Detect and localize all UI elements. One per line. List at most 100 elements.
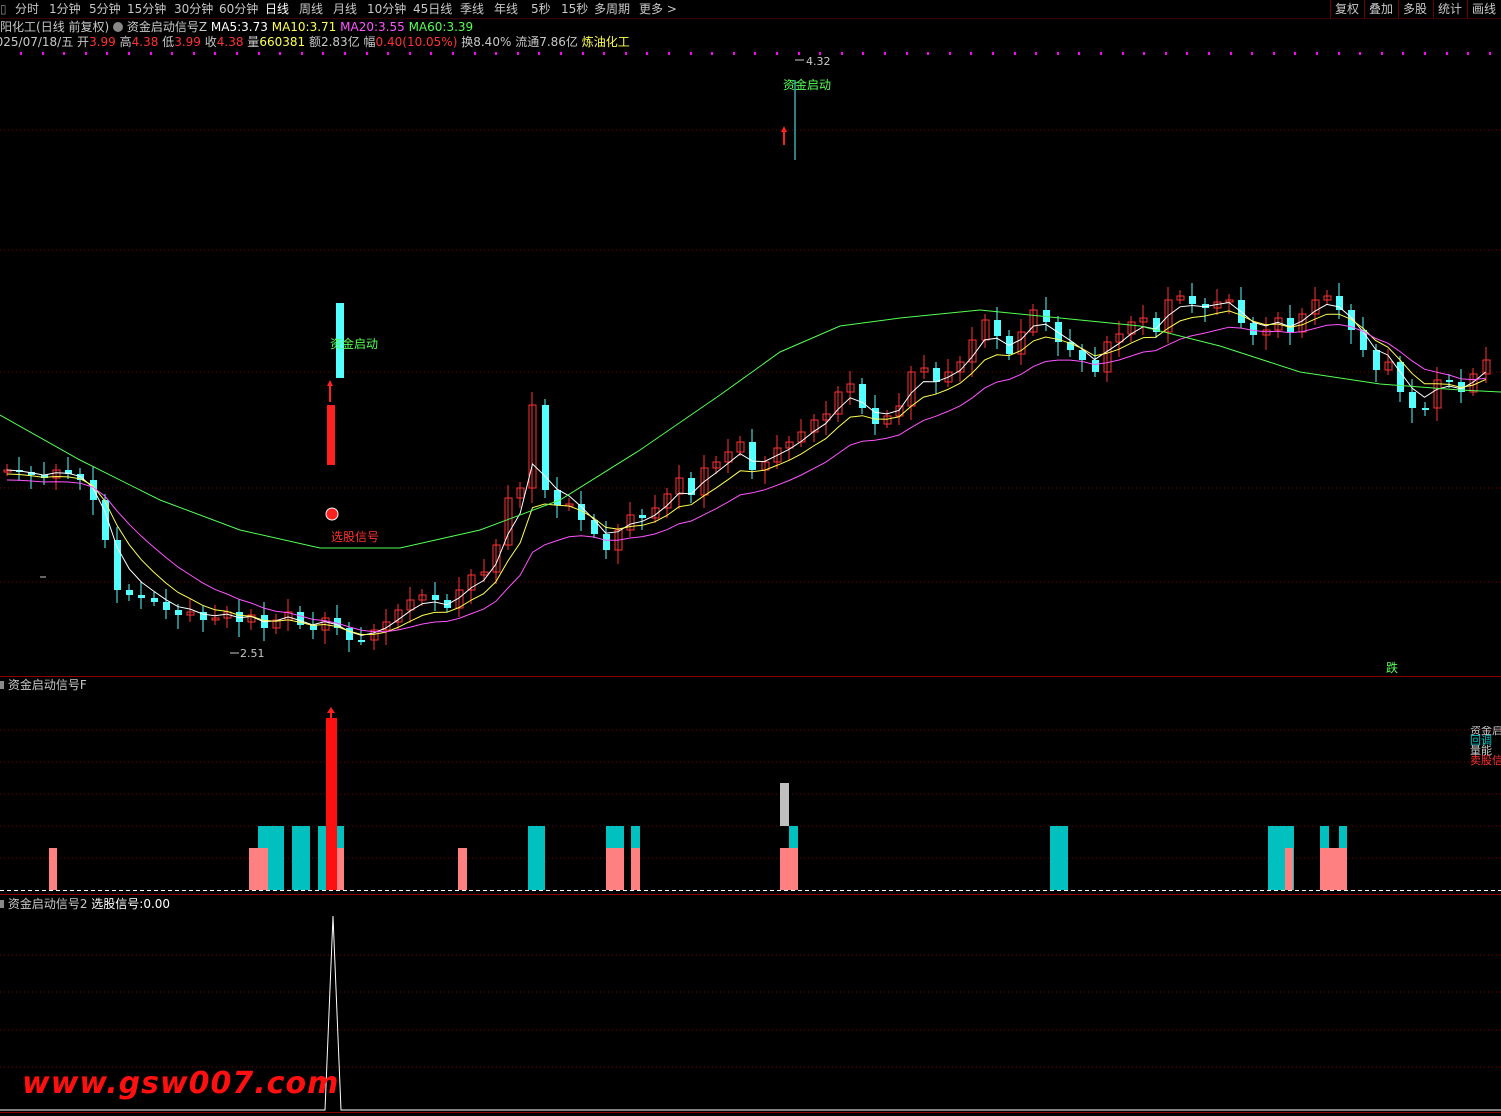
label-select-signal: 选股信号 (331, 530, 379, 544)
kline-chart-area[interactable]: 资金启动资金启动选股信号跌4.322.51 (0, 0, 1501, 1116)
date-value: 2025/07/18/五 (0, 35, 74, 49)
tab-daily[interactable]: 日线 (265, 1, 289, 17)
candle-body-down (639, 515, 646, 518)
sub1-legend-item: 卖股信 (1470, 754, 1501, 766)
volume-value: 660381 (259, 35, 306, 49)
candle-body-down (1397, 362, 1404, 392)
turnover-label: 换 (461, 35, 474, 49)
sub1-title[interactable]: 资金启动信号F (8, 678, 87, 692)
sub1-bar (1285, 848, 1293, 890)
candle-body-down (358, 640, 365, 642)
tab-1min[interactable]: 1分钟 (49, 1, 81, 17)
top-marker (106, 52, 108, 55)
fuquan-button[interactable]: 复权 (1330, 0, 1364, 18)
open-label: 开 (77, 35, 90, 49)
top-marker (1294, 52, 1296, 55)
tab-45day[interactable]: 45日线 (413, 1, 452, 17)
top-marker (387, 52, 389, 55)
close-value: 4.38 (216, 35, 244, 49)
candle-body-down (1373, 350, 1380, 370)
overlay-button[interactable]: 叠加 (1364, 0, 1398, 18)
up-arrow-icon (327, 380, 333, 386)
label-start-2: 资金启动 (783, 77, 831, 92)
sub1-toggle-icon[interactable] (0, 681, 4, 689)
ma-info-line: 沈阳化工(日线 前复权) 资金启动信号Z MA5:3.73 MA10:3.71 … (0, 20, 473, 35)
ma10-value: 3.71 (309, 20, 337, 34)
period-toolbar: ▯ 分时 1分钟 5分钟 15分钟 30分钟 60分钟 日线 周线 月线 10分… (0, 0, 1501, 19)
tab-15min[interactable]: 15分钟 (127, 1, 166, 17)
sub2-toggle-icon[interactable] (0, 900, 4, 908)
sub1-bar (789, 826, 798, 848)
tab-more[interactable]: 更多 > (639, 1, 677, 17)
top-marker (798, 52, 800, 55)
top-marker (625, 52, 627, 55)
ma5-label: MA5: (210, 20, 242, 34)
top-marker (214, 52, 216, 55)
top-marker (1402, 52, 1404, 55)
top-marker (474, 52, 476, 55)
candle-body-down (591, 520, 598, 534)
tab-multi-period[interactable]: 多周期 (594, 1, 630, 17)
tab-5min[interactable]: 5分钟 (89, 1, 121, 17)
top-marker (841, 52, 843, 55)
top-marker (1035, 52, 1037, 55)
tab-yearly[interactable]: 年线 (494, 1, 518, 17)
top-marker (1122, 52, 1124, 55)
ma60-label: MA60: (408, 20, 447, 34)
top-marker (1230, 52, 1232, 55)
tab-monthly[interactable]: 月线 (333, 1, 357, 17)
float-value: 7.86亿 (539, 35, 578, 49)
change-label: 幅 (363, 35, 376, 49)
top-marker (128, 52, 130, 55)
tab-5sec[interactable]: 5秒 (531, 1, 551, 17)
top-marker (452, 52, 454, 55)
multi-stock-button[interactable]: 多股 (1398, 0, 1432, 18)
top-marker (1489, 52, 1491, 55)
candle-body-down (1409, 392, 1416, 408)
candle-body-down (151, 598, 158, 602)
tab-quarterly[interactable]: 季线 (460, 1, 484, 17)
sector-value[interactable]: 炼油化工 (582, 35, 630, 49)
sub1-bar (528, 826, 545, 890)
top-marker (236, 52, 238, 55)
top-marker (150, 52, 152, 55)
tab-10min[interactable]: 10分钟 (367, 1, 406, 17)
candle-body-down (138, 595, 145, 598)
candle-body-down (1446, 380, 1453, 382)
ma20-line (6, 323, 1486, 633)
top-marker (1467, 52, 1469, 55)
sub1-bar (292, 826, 310, 890)
top-marker (538, 52, 540, 55)
top-marker (517, 52, 519, 55)
turnover-value: 8.40% (473, 35, 512, 49)
top-marker (949, 52, 951, 55)
top-marker (42, 52, 44, 55)
top-marker (171, 52, 173, 55)
sub2-select-value: 0.00 (143, 897, 171, 911)
sub1-bar (49, 848, 57, 890)
top-marker (1338, 52, 1340, 55)
candle-body-down (603, 534, 610, 550)
sub1-bar (606, 848, 624, 890)
draw-line-button[interactable]: 画线 (1467, 0, 1501, 18)
tab-60min[interactable]: 60分钟 (219, 1, 258, 17)
candle-body-down (126, 590, 133, 595)
tab-30min[interactable]: 30分钟 (174, 1, 213, 17)
top-marker (1143, 52, 1145, 55)
stats-button[interactable]: 统计 (1433, 0, 1467, 18)
indicator-toggle-icon[interactable] (113, 22, 124, 32)
sub1-bar (1320, 826, 1329, 848)
top-marker (1165, 52, 1167, 55)
top-marker (560, 52, 562, 55)
tab-weekly[interactable]: 周线 (299, 1, 323, 17)
top-marker (1316, 52, 1318, 55)
tab-15sec[interactable]: 15秒 (561, 1, 588, 17)
select-signal-icon (325, 507, 339, 521)
ma10-line (6, 310, 1486, 636)
tab-fenshi[interactable]: 分时 (15, 1, 39, 17)
top-marker (733, 52, 735, 55)
sub2-title[interactable]: 资金启动信号2 (8, 897, 88, 911)
candle-body-down (749, 442, 756, 470)
toolbar-leading-icon[interactable]: ▯ (0, 1, 7, 17)
indicator-name[interactable]: 资金启动信号Z (127, 20, 207, 34)
